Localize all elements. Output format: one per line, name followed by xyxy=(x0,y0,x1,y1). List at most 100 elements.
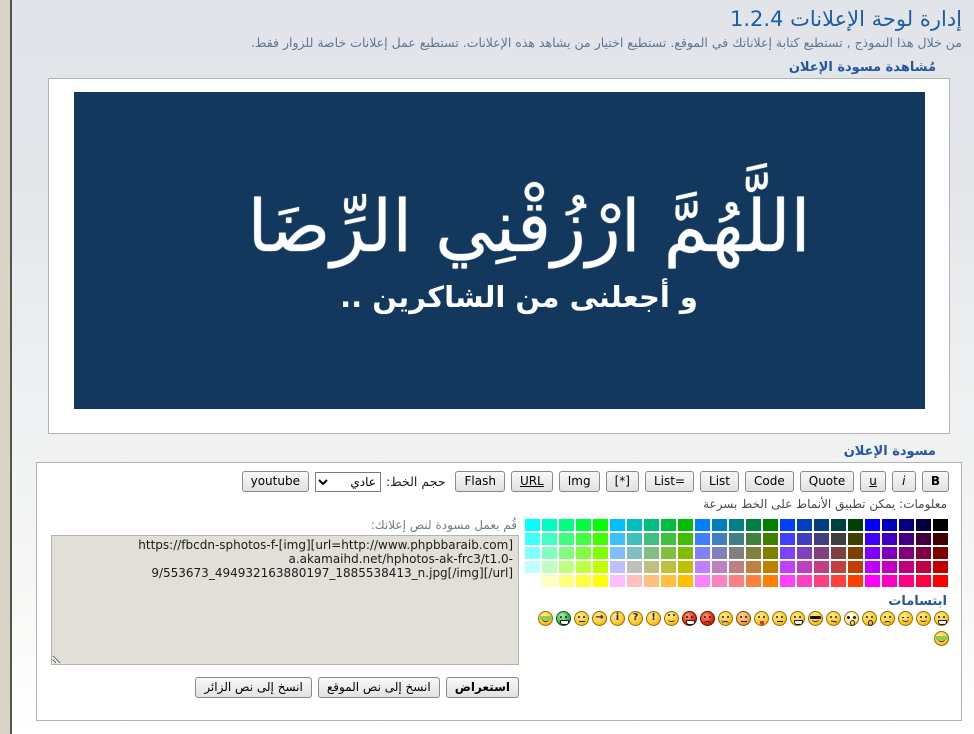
palette-color-#008080[interactable] xyxy=(729,519,744,531)
palette-color-#8040FF[interactable] xyxy=(780,547,795,559)
palette-color-#BF40FF[interactable] xyxy=(780,561,795,573)
palette-color-#404000[interactable] xyxy=(848,533,863,545)
palette-color-#40FFFF[interactable] xyxy=(525,533,540,545)
palette-color-#FFBF80[interactable] xyxy=(644,575,659,587)
smiley-neutral[interactable] xyxy=(574,611,589,626)
palette-color-#0080BF[interactable] xyxy=(712,519,727,531)
smiley-mrgreen[interactable] xyxy=(556,611,571,626)
palette-color-#0040BF[interactable] xyxy=(797,519,812,531)
palette-color-#808080[interactable] xyxy=(729,547,744,559)
palette-color-#4080BF[interactable] xyxy=(712,533,727,545)
palette-color-#80BF80[interactable] xyxy=(644,547,659,559)
palette-color-#0000FF[interactable] xyxy=(865,519,880,531)
smiley-rolleyes[interactable] xyxy=(664,611,679,626)
smiley-geek[interactable] xyxy=(538,611,553,626)
palette-color-#BF0000[interactable] xyxy=(933,561,948,573)
palette-color-#800000[interactable] xyxy=(933,547,948,559)
palette-color-#FF8080[interactable] xyxy=(729,575,744,587)
palette-color-#BF0040[interactable] xyxy=(916,561,931,573)
palette-color-#FF4040[interactable] xyxy=(831,575,846,587)
palette-color-#408040[interactable] xyxy=(746,533,761,545)
palette-color-#8040BF[interactable] xyxy=(797,547,812,559)
palette-color-#40BFBF[interactable] xyxy=(627,533,642,545)
palette-color-#008000[interactable] xyxy=(763,519,778,531)
smiley-mad[interactable] xyxy=(772,611,787,626)
palette-color-#800040[interactable] xyxy=(916,547,931,559)
bbcode-flash-button[interactable]: Flash xyxy=(455,471,504,492)
palette-color-#BF40BF[interactable] xyxy=(797,561,812,573)
palette-color-#4080FF[interactable] xyxy=(695,533,710,545)
palette-color-#FF0000[interactable] xyxy=(933,575,948,587)
palette-color-#FF8040[interactable] xyxy=(746,575,761,587)
palette-color-#BFFF00[interactable] xyxy=(593,561,608,573)
smiley-lol[interactable] xyxy=(790,611,805,626)
palette-color-#BF8040[interactable] xyxy=(746,561,761,573)
smiley-confused[interactable] xyxy=(826,611,841,626)
palette-color-#4040FF[interactable] xyxy=(780,533,795,545)
palette-color-#4040BF[interactable] xyxy=(797,533,812,545)
palette-color-#80BFFF[interactable] xyxy=(610,547,625,559)
palette-color-#404080[interactable] xyxy=(814,533,829,545)
palette-color-#FF80FF[interactable] xyxy=(695,575,710,587)
palette-color-#000080[interactable] xyxy=(899,519,914,531)
palette-color-#BFBF00[interactable] xyxy=(678,561,693,573)
palette-color-#40BF80[interactable] xyxy=(644,533,659,545)
bbcode-bold-button[interactable]: B xyxy=(922,471,949,492)
palette-color-#BF4040[interactable] xyxy=(831,561,846,573)
palette-color-#BFFF80[interactable] xyxy=(559,561,574,573)
bbcode-url-button[interactable]: URL xyxy=(511,471,553,492)
palette-color-#BF8080[interactable] xyxy=(729,561,744,573)
font-size-select[interactable]: عادي xyxy=(315,472,381,492)
palette-color-#BFFF40[interactable] xyxy=(576,561,591,573)
palette-color-#40BFFF[interactable] xyxy=(610,533,625,545)
palette-color-#FFBF00[interactable] xyxy=(678,575,693,587)
copy-to-visitor-text-button[interactable]: انسخ إلى نص الزائر xyxy=(195,677,312,698)
smiley-ugeek[interactable] xyxy=(934,631,949,646)
bbcode-underline-button[interactable]: u xyxy=(860,471,886,492)
smiley-question[interactable]: ? xyxy=(628,611,643,626)
palette-color-#008040[interactable] xyxy=(746,519,761,531)
palette-color-#BF00BF[interactable] xyxy=(882,561,897,573)
palette-color-#BFBF40[interactable] xyxy=(661,561,676,573)
palette-color-#40BF00[interactable] xyxy=(678,533,693,545)
palette-color-#BF80BF[interactable] xyxy=(712,561,727,573)
preview-button[interactable]: استعراض xyxy=(446,677,519,698)
palette-color-#FFBFFF[interactable] xyxy=(610,575,625,587)
palette-color-#408000[interactable] xyxy=(763,533,778,545)
palette-color-#00BFBF[interactable] xyxy=(627,519,642,531)
palette-color-#8080BF[interactable] xyxy=(712,547,727,559)
palette-color-#80FF80[interactable] xyxy=(559,547,574,559)
palette-color-#80BF40[interactable] xyxy=(661,547,676,559)
palette-color-#FF80BF[interactable] xyxy=(712,575,727,587)
palette-color-#808000[interactable] xyxy=(763,547,778,559)
palette-color-#80BFBF[interactable] xyxy=(627,547,642,559)
palette-color-#BF4000[interactable] xyxy=(848,561,863,573)
palette-color-#400040[interactable] xyxy=(916,533,931,545)
palette-color-#40FF80[interactable] xyxy=(559,533,574,545)
palette-color-#BF4080[interactable] xyxy=(814,561,829,573)
smiley-shock[interactable] xyxy=(844,611,859,626)
palette-color-#8080FF[interactable] xyxy=(695,547,710,559)
palette-color-#BF0080[interactable] xyxy=(899,561,914,573)
smiley-razz[interactable] xyxy=(754,611,769,626)
palette-color-#00FF00[interactable] xyxy=(593,519,608,531)
smiley-redface[interactable] xyxy=(736,611,751,626)
palette-color-#BFBFFF[interactable] xyxy=(610,561,625,573)
smiley-cool[interactable] xyxy=(808,611,823,626)
palette-color-#40FF00[interactable] xyxy=(593,533,608,545)
palette-color-#FFBF40[interactable] xyxy=(661,575,676,587)
smiley-evil[interactable] xyxy=(700,611,715,626)
smiley-exclaim[interactable]: ! xyxy=(646,611,661,626)
palette-color-#004080[interactable] xyxy=(814,519,829,531)
palette-color-#000040[interactable] xyxy=(916,519,931,531)
palette-color-#FFFFBF[interactable] xyxy=(542,575,557,587)
palette-color-#808040[interactable] xyxy=(746,547,761,559)
palette-color-#BF8000[interactable] xyxy=(763,561,778,573)
palette-color-#404040[interactable] xyxy=(831,533,846,545)
palette-color-#FF00FF[interactable] xyxy=(865,575,880,587)
draft-textarea[interactable]: [url=http://www.phpbbaraib.com][img]http… xyxy=(51,535,519,665)
palette-color-#4000FF[interactable] xyxy=(865,533,880,545)
palette-color-#408080[interactable] xyxy=(729,533,744,545)
palette-color-#FF00BF[interactable] xyxy=(882,575,897,587)
palette-color-#FF4000[interactable] xyxy=(848,575,863,587)
